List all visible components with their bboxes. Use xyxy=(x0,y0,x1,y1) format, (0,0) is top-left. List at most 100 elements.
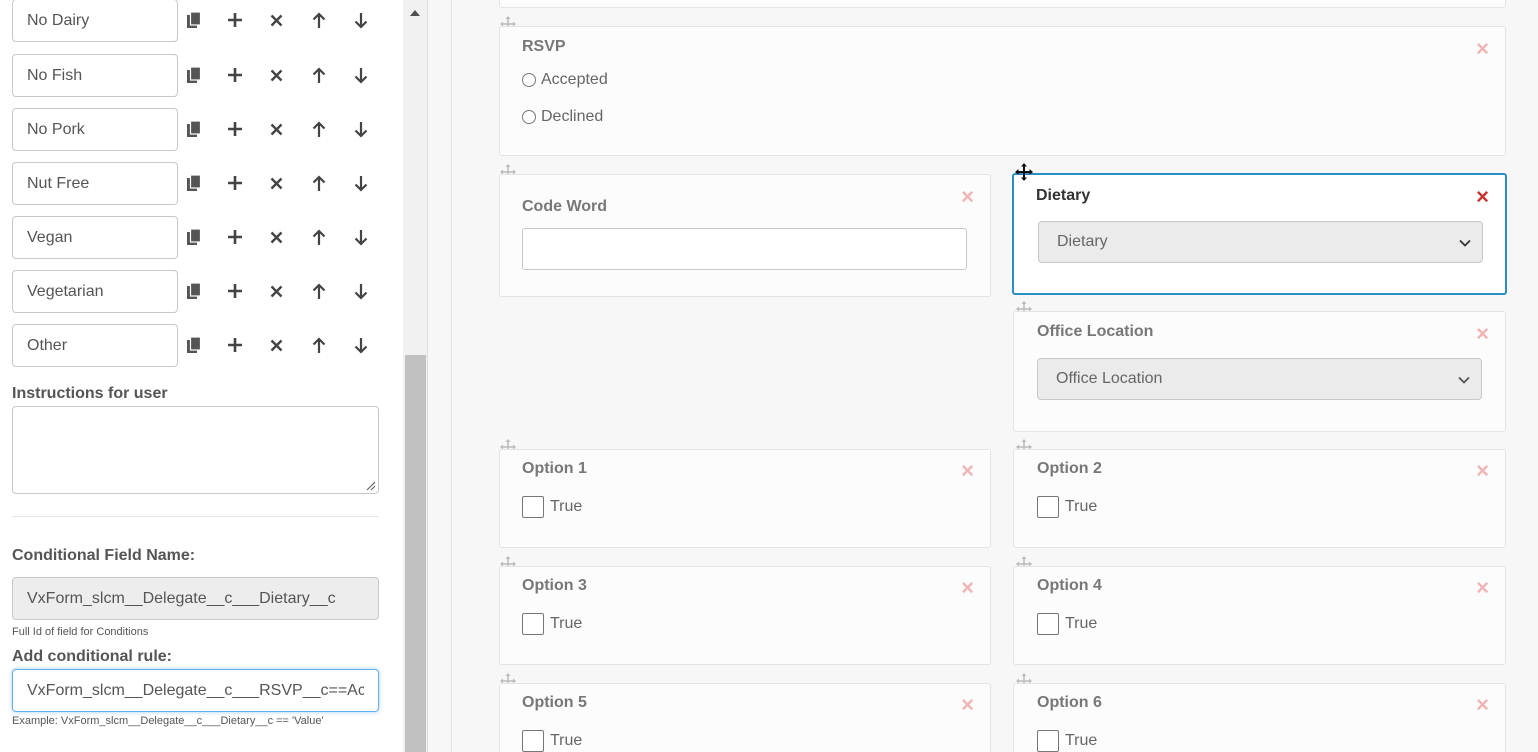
option-value-input[interactable]: Other xyxy=(12,324,178,367)
arrow-down-icon[interactable] xyxy=(350,171,372,195)
instructions-textarea[interactable] xyxy=(12,406,379,494)
option-row: No Fish xyxy=(12,54,392,97)
delete-icon[interactable] xyxy=(265,171,287,195)
rsvp-field-card[interactable]: RSVP × Accepted Declined xyxy=(499,26,1506,156)
office-location-select[interactable]: Office Location xyxy=(1037,358,1482,400)
dietary-title: Dietary xyxy=(1036,187,1091,204)
copy-icon[interactable] xyxy=(183,333,205,357)
panel-scrollbar[interactable] xyxy=(403,0,427,752)
checkbox-square-icon xyxy=(1037,613,1059,635)
divider xyxy=(12,516,379,517)
option-2-field-card[interactable]: Option 2 × True xyxy=(1013,449,1506,548)
option-2-checkbox[interactable]: True xyxy=(1037,496,1097,518)
checkbox-label: True xyxy=(1065,732,1098,749)
copy-icon[interactable] xyxy=(183,279,205,303)
option-1-checkbox[interactable]: True xyxy=(522,496,582,518)
plus-icon[interactable] xyxy=(224,117,246,141)
dietary-select[interactable]: Dietary xyxy=(1038,221,1483,263)
option-row: Nut Free xyxy=(12,162,392,205)
dietary-select-value: Dietary xyxy=(1057,233,1108,250)
option-row: Vegetarian xyxy=(12,270,392,313)
conditional-field-help: Full Id of field for Conditions xyxy=(12,626,149,638)
option-row: No Dairy xyxy=(12,0,392,42)
office-location-select-value: Office Location xyxy=(1056,370,1163,387)
option-5-remove-icon[interactable]: × xyxy=(961,694,974,716)
option-6-title: Option 6 xyxy=(1037,694,1102,711)
checkbox-square-icon xyxy=(1037,496,1059,518)
option-5-checkbox[interactable]: True xyxy=(522,730,582,752)
option-2-remove-icon[interactable]: × xyxy=(1476,460,1489,482)
delete-icon[interactable] xyxy=(265,333,287,357)
arrow-up-icon[interactable] xyxy=(308,279,330,303)
option-1-field-card[interactable]: Option 1 × True xyxy=(499,449,991,548)
option-3-checkbox[interactable]: True xyxy=(522,613,582,635)
dietary-field-card[interactable]: Dietary × Dietary xyxy=(1012,173,1507,295)
arrow-down-icon[interactable] xyxy=(350,333,372,357)
checkbox-square-icon xyxy=(522,496,544,518)
arrow-up-icon[interactable] xyxy=(308,171,330,195)
arrow-down-icon[interactable] xyxy=(350,225,372,249)
copy-icon[interactable] xyxy=(183,8,205,32)
copy-icon[interactable] xyxy=(183,171,205,195)
option-row: No Pork xyxy=(12,108,392,151)
option-value-input[interactable]: Vegan xyxy=(12,216,178,259)
plus-icon[interactable] xyxy=(224,171,246,195)
delete-icon[interactable] xyxy=(265,225,287,249)
chevron-down-icon xyxy=(1459,239,1471,247)
office-location-field-card[interactable]: Office Location × Office Location xyxy=(1013,311,1506,432)
option-value-input[interactable]: No Dairy xyxy=(12,0,178,42)
dietary-remove-icon[interactable]: × xyxy=(1476,186,1489,208)
option-4-field-card[interactable]: Option 4 × True xyxy=(1013,566,1506,665)
code-word-remove-icon[interactable]: × xyxy=(961,186,974,208)
chevron-down-icon xyxy=(1458,376,1470,384)
option-5-field-card[interactable]: Option 5 × True xyxy=(499,683,991,752)
arrow-up-icon[interactable] xyxy=(308,8,330,32)
plus-icon[interactable] xyxy=(224,225,246,249)
arrow-down-icon[interactable] xyxy=(350,279,372,303)
option-6-field-card[interactable]: Option 6 × True xyxy=(1013,683,1506,752)
option-value-input[interactable]: No Pork xyxy=(12,108,178,151)
option-6-remove-icon[interactable]: × xyxy=(1476,694,1489,716)
office-location-remove-icon[interactable]: × xyxy=(1476,323,1489,345)
rsvp-option-declined[interactable]: Declined xyxy=(522,108,603,126)
scrollbar-thumb[interactable] xyxy=(405,355,426,752)
arrow-down-icon[interactable] xyxy=(350,63,372,87)
checkbox-square-icon xyxy=(522,730,544,752)
rsvp-remove-icon[interactable]: × xyxy=(1476,38,1489,60)
option-value-input[interactable]: Nut Free xyxy=(12,162,178,205)
delete-icon[interactable] xyxy=(265,8,287,32)
arrow-down-icon[interactable] xyxy=(350,8,372,32)
conditional-rule-input[interactable] xyxy=(12,669,379,712)
copy-icon[interactable] xyxy=(183,63,205,87)
option-4-checkbox[interactable]: True xyxy=(1037,613,1097,635)
arrow-up-icon[interactable] xyxy=(308,225,330,249)
resize-grip-icon[interactable] xyxy=(365,480,376,491)
option-4-remove-icon[interactable]: × xyxy=(1476,577,1489,599)
option-3-remove-icon[interactable]: × xyxy=(961,577,974,599)
plus-icon[interactable] xyxy=(224,279,246,303)
copy-icon[interactable] xyxy=(183,225,205,249)
option-6-checkbox[interactable]: True xyxy=(1037,730,1097,752)
delete-icon[interactable] xyxy=(265,279,287,303)
arrow-up-icon[interactable] xyxy=(308,333,330,357)
arrow-up-icon[interactable] xyxy=(308,117,330,141)
code-word-field-card[interactable]: Code Word × xyxy=(499,174,991,297)
arrow-up-icon[interactable] xyxy=(308,63,330,87)
scroll-up-arrow-icon[interactable] xyxy=(403,0,427,26)
rsvp-option-accepted[interactable]: Accepted xyxy=(522,71,608,89)
plus-icon[interactable] xyxy=(224,63,246,87)
option-value-input[interactable]: Vegetarian xyxy=(12,270,178,313)
delete-icon[interactable] xyxy=(265,117,287,141)
move-cursor-icon[interactable] xyxy=(1015,163,1033,181)
arrow-down-icon[interactable] xyxy=(350,117,372,141)
option-1-remove-icon[interactable]: × xyxy=(961,460,974,482)
plus-icon[interactable] xyxy=(224,8,246,32)
form-field-card[interactable] xyxy=(499,0,1506,8)
option-3-field-card[interactable]: Option 3 × True xyxy=(499,566,991,665)
delete-icon[interactable] xyxy=(265,63,287,87)
code-word-input[interactable] xyxy=(522,228,967,270)
copy-icon[interactable] xyxy=(183,117,205,141)
option-value-input[interactable]: No Fish xyxy=(12,54,178,97)
rsvp-title: RSVP xyxy=(522,38,566,55)
plus-icon[interactable] xyxy=(224,333,246,357)
